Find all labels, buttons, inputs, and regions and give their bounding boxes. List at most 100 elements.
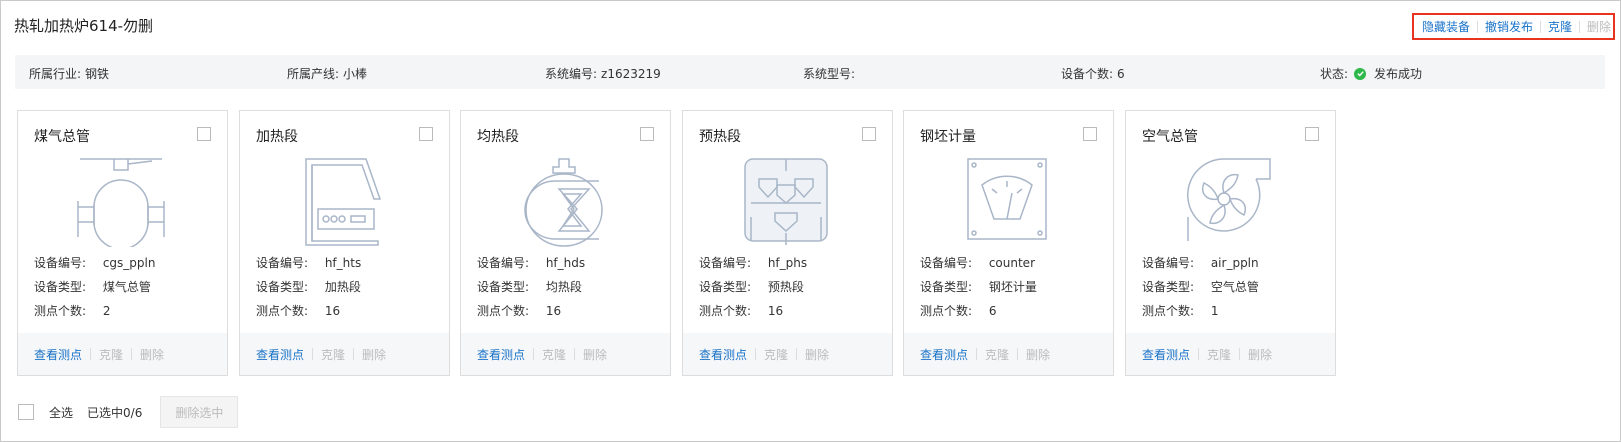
unpublish-button[interactable]: 撤销发布 [1485, 18, 1533, 35]
view-points-link[interactable]: 查看测点 [699, 346, 747, 363]
line-value: 小棒 [343, 67, 368, 81]
point-count-label: 测点个数: [256, 304, 309, 318]
status-value: 发布成功 [1374, 67, 1423, 81]
delete-device-link[interactable]: 删除 [583, 346, 607, 363]
device-checkbox[interactable] [197, 127, 211, 141]
clone-device-link[interactable]: 克隆 [985, 346, 1009, 363]
device-code-value: air_ppln [1210, 256, 1259, 270]
device-type-value: 煤气总管 [102, 280, 151, 294]
system-model-label: 系统型号: [803, 67, 856, 81]
divider [976, 348, 978, 360]
device-checkbox[interactable] [1083, 127, 1097, 141]
device-card[interactable]: 加热段 设备编号: hf_hts 设备类型: 加热段 测点个数: 16 查看测点… [239, 110, 450, 376]
divider [755, 348, 757, 360]
point-count-value: 6 [988, 304, 997, 318]
clone-device-link[interactable]: 克隆 [99, 346, 123, 363]
delete-device-link[interactable]: 删除 [805, 346, 829, 363]
device-type-label: 设备类型: [477, 280, 530, 294]
device-type-row: 设备类型: 空气总管 [1142, 278, 1259, 295]
device-name: 煤气总管 [34, 129, 90, 145]
divider [1540, 20, 1542, 33]
device-card[interactable]: 钢坯计量 设备编号: counter 设备类型: 钢坯计量 测点个数: 6 查看… [903, 110, 1114, 376]
view-points-link[interactable]: 查看测点 [1142, 346, 1190, 363]
page-title: 热轧加热炉614-勿删 [14, 17, 154, 35]
divider [574, 348, 576, 360]
delete-button[interactable]: 删除 [1587, 18, 1611, 35]
system-number-info: 系统编号: z1623219 [545, 65, 661, 82]
selected-count: 已选中0/6 [87, 405, 143, 420]
device-code-row: 设备编号: hf_hts [256, 254, 361, 271]
delete-selected-button[interactable]: 删除选中 [160, 396, 239, 428]
system-number-label: 系统编号: [545, 67, 598, 81]
device-type-row: 设备类型: 均热段 [477, 278, 582, 295]
device-count-value: 6 [1117, 66, 1125, 81]
device-card[interactable]: 预热段 设备编号: hf_phs 设备类型: 预热段 测点个数: 16 查看测点… [682, 110, 893, 376]
point-count-value: 16 [324, 304, 341, 318]
point-count-row: 测点个数: 1 [1142, 302, 1218, 319]
divider [131, 348, 133, 360]
view-points-link[interactable]: 查看测点 [920, 346, 968, 363]
preheating-section-icon [744, 158, 828, 245]
header-actions: 隐藏装备 撤销发布 克隆 删除 [1412, 13, 1615, 40]
line-info: 所属产线: 小棒 [287, 65, 367, 82]
device-name: 加热段 [256, 129, 298, 145]
device-checkbox[interactable] [640, 127, 654, 141]
divider [796, 348, 798, 360]
delete-device-link[interactable]: 删除 [362, 346, 386, 363]
clone-device-link[interactable]: 克隆 [764, 346, 788, 363]
view-points-link[interactable]: 查看测点 [256, 346, 304, 363]
select-all-checkbox[interactable] [18, 404, 34, 420]
delete-device-link[interactable]: 删除 [1248, 346, 1272, 363]
device-name: 钢坯计量 [920, 129, 976, 145]
air-pipeline-icon [1187, 158, 1271, 241]
industry-value: 钢铁 [85, 67, 110, 81]
system-model-info: 系统型号: [803, 65, 859, 82]
device-checkbox[interactable] [862, 127, 876, 141]
device-code-row: 设备编号: cgs_ppln [34, 254, 155, 271]
device-type-row: 设备类型: 预热段 [699, 278, 804, 295]
point-count-label: 测点个数: [920, 304, 973, 318]
clone-button[interactable]: 克隆 [1548, 18, 1572, 35]
delete-device-link[interactable]: 删除 [140, 346, 164, 363]
device-card[interactable]: 均热段 设备编号: hf_hds 设备类型: 均热段 测点个数: 16 查看测点… [460, 110, 671, 376]
point-count-label: 测点个数: [699, 304, 752, 318]
divider [312, 348, 314, 360]
view-points-link[interactable]: 查看测点 [477, 346, 525, 363]
bulk-action-bar: 全选 已选中0/6 删除选中 [18, 396, 239, 428]
device-code-label: 设备编号: [34, 256, 87, 270]
check-circle-icon [1354, 67, 1367, 80]
point-count-value: 16 [767, 304, 784, 318]
heating-section-icon [305, 158, 382, 246]
device-checkbox[interactable] [1305, 127, 1319, 141]
clone-device-link[interactable]: 克隆 [542, 346, 566, 363]
device-card-actions: 查看测点 克隆 删除 [18, 333, 227, 375]
device-type-label: 设备类型: [256, 280, 309, 294]
hide-equipment-button[interactable]: 隐藏装备 [1422, 18, 1470, 35]
device-type-label: 设备类型: [920, 280, 973, 294]
view-points-link[interactable]: 查看测点 [34, 346, 82, 363]
device-type-label: 设备类型: [699, 280, 752, 294]
device-code-label: 设备编号: [256, 256, 309, 270]
divider [533, 348, 535, 360]
device-card-actions: 查看测点 克隆 删除 [904, 333, 1113, 375]
device-card[interactable]: 煤气总管 设备编号: cgs_ppln 设备类型: 煤气总管 测点个数: 2 查… [17, 110, 228, 376]
device-code-row: 设备编号: counter [920, 254, 1035, 271]
device-name: 均热段 [477, 129, 519, 145]
device-card-actions: 查看测点 克隆 删除 [240, 333, 449, 375]
status-label: 状态: [1320, 67, 1349, 81]
clone-device-link[interactable]: 克隆 [321, 346, 345, 363]
device-card-actions: 查看测点 克隆 删除 [461, 333, 670, 375]
point-count-row: 测点个数: 16 [699, 302, 783, 319]
select-all-label[interactable]: 全选 [49, 404, 73, 421]
divider [90, 348, 92, 360]
device-code-value: cgs_ppln [102, 256, 156, 270]
system-number-value: z1623219 [601, 66, 661, 81]
device-count-info: 设备个数: 6 [1061, 65, 1125, 82]
device-code-label: 设备编号: [699, 256, 752, 270]
clone-device-link[interactable]: 克隆 [1207, 346, 1231, 363]
divider [1198, 348, 1200, 360]
device-checkbox[interactable] [419, 127, 433, 141]
delete-device-link[interactable]: 删除 [1026, 346, 1050, 363]
device-card[interactable]: 空气总管 设备编号: air_ppln 设备类型: 空气总管 测点个数: 1 查… [1125, 110, 1336, 376]
device-type-row: 设备类型: 钢坯计量 [920, 278, 1037, 295]
